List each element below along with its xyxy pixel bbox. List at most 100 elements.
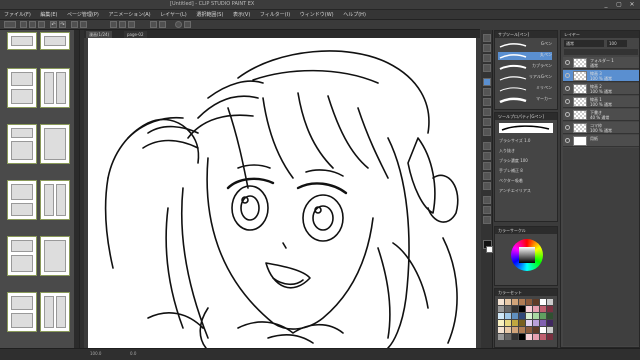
color-swatch[interactable] — [498, 334, 504, 340]
layer-row[interactable]: 下書き 40 % 通常 — [563, 109, 639, 121]
open-icon[interactable] — [29, 21, 36, 28]
color-swatch[interactable] — [533, 299, 539, 305]
page-thumbnail[interactable] — [7, 32, 37, 50]
color-swatch[interactable] — [519, 306, 525, 312]
color-swatch[interactable] — [505, 306, 511, 312]
brush-density-row[interactable]: ブラシ濃度 100 — [499, 157, 528, 164]
page-thumbnail[interactable] — [7, 68, 37, 108]
text-tool-icon[interactable] — [483, 196, 491, 204]
color-swatch[interactable] — [505, 299, 511, 305]
brush-tool-icon[interactable] — [483, 98, 491, 106]
move-tool-icon[interactable] — [483, 44, 491, 52]
zoom-tool-icon[interactable] — [483, 34, 491, 42]
clip-studio-icon[interactable] — [4, 21, 16, 28]
color-swatch[interactable] — [526, 306, 532, 312]
fill-tool-icon[interactable] — [483, 142, 491, 150]
page-scrollbar[interactable] — [74, 30, 79, 348]
airbrush-tool-icon[interactable] — [483, 108, 491, 116]
canvas-area[interactable] — [84, 38, 480, 348]
menu-filter[interactable]: フィルター(I) — [256, 10, 294, 20]
color-swatch[interactable] — [498, 320, 504, 326]
color-swatch[interactable] — [519, 299, 525, 305]
brush-preset[interactable]: カブラペン — [498, 63, 552, 71]
drawing-paper[interactable] — [88, 38, 476, 348]
color-swatch[interactable] — [533, 313, 539, 319]
color-swatch[interactable] — [526, 327, 532, 333]
page-thumbnail[interactable] — [40, 32, 70, 50]
brush-preset[interactable]: リアルGペン — [498, 74, 552, 82]
page-thumbnail[interactable] — [40, 236, 70, 276]
selection-tool-icon[interactable] — [483, 64, 491, 72]
frame-tool-icon[interactable] — [483, 172, 491, 180]
new-icon[interactable] — [20, 21, 27, 28]
color-swatch[interactable] — [540, 334, 546, 340]
color-swatch[interactable] — [547, 299, 553, 305]
brush-preset[interactable]: Gペン — [498, 41, 552, 49]
correct-line-tool-icon[interactable] — [483, 216, 491, 224]
pen-tool-icon[interactable] — [483, 78, 491, 86]
color-swatch[interactable] — [512, 306, 518, 312]
maximize-button[interactable]: ▢ — [613, 1, 625, 8]
color-icon[interactable] — [159, 21, 166, 28]
color-swatch[interactable] — [505, 334, 511, 340]
color-swatch[interactable] — [533, 306, 539, 312]
transform-icon[interactable] — [80, 21, 87, 28]
undo-icon[interactable]: ↶ — [50, 21, 57, 28]
antialias-row[interactable]: アンチエイリアス — [499, 187, 531, 194]
figure-tool-icon[interactable] — [483, 162, 491, 170]
visibility-icon[interactable] — [565, 138, 570, 143]
color-swatch[interactable] — [519, 313, 525, 319]
color-swatch[interactable] — [540, 313, 546, 319]
color-swatch[interactable] — [519, 334, 525, 340]
clear-icon[interactable] — [71, 21, 78, 28]
minimize-button[interactable]: _ — [600, 1, 612, 8]
color-swatch[interactable] — [526, 313, 532, 319]
page-thumbnail[interactable] — [7, 124, 37, 164]
menu-help[interactable]: ヘルプ(H) — [339, 10, 370, 20]
menu-animation[interactable]: アニメーション(A) — [104, 10, 154, 20]
page-thumbnail[interactable] — [7, 292, 37, 332]
color-swatch[interactable] — [498, 306, 504, 312]
color-swatch[interactable] — [512, 327, 518, 333]
color-swatch[interactable] — [533, 320, 539, 326]
layer-row[interactable]: 線画 1 100 % 通常 — [563, 96, 639, 108]
pencil-tool-icon[interactable] — [483, 88, 491, 96]
menu-view[interactable]: 表示(V) — [229, 10, 254, 20]
opacity-field[interactable]: 100 — [607, 40, 627, 47]
special-ruler-icon[interactable] — [128, 21, 135, 28]
menu-edit[interactable]: 編集(E) — [36, 10, 61, 20]
color-swatch[interactable] — [505, 313, 511, 319]
tab-page[interactable]: page-02 — [124, 31, 147, 38]
rotation-readout[interactable]: 0.0 — [130, 351, 136, 356]
redo-icon[interactable]: ↷ — [59, 21, 66, 28]
color-swatch[interactable] — [540, 299, 546, 305]
brush-preset[interactable]: マーカー — [498, 96, 552, 104]
color-swatch[interactable] — [547, 320, 553, 326]
menu-layer[interactable]: レイヤー(L) — [156, 10, 191, 20]
color-swatch[interactable] — [547, 306, 553, 312]
menu-page[interactable]: ページ管理(P) — [63, 10, 103, 20]
color-swatch[interactable] — [547, 313, 553, 319]
settings-icon[interactable] — [175, 21, 182, 28]
color-swatch[interactable] — [505, 327, 511, 333]
layer-row[interactable]: 線画 2 100 % 通常 — [563, 83, 639, 95]
blend-tool-icon[interactable] — [483, 128, 491, 136]
layer-row[interactable]: フォルダー 1 通常 — [563, 57, 639, 69]
color-swatch[interactable] — [505, 320, 511, 326]
balloon-tool-icon[interactable] — [483, 206, 491, 214]
color-swatch[interactable] — [540, 306, 546, 312]
color-swatch[interactable] — [526, 334, 532, 340]
menu-window[interactable]: ウィンドウ(W) — [296, 10, 338, 20]
ruler-snap-icon[interactable] — [110, 21, 117, 28]
color-swatch[interactable] — [498, 327, 504, 333]
visibility-icon[interactable] — [565, 86, 570, 91]
page-thumbnail[interactable] — [7, 236, 37, 276]
blend-mode-select[interactable]: 通常 — [564, 40, 604, 47]
color-swatch[interactable] — [512, 299, 518, 305]
visibility-icon[interactable] — [565, 60, 570, 65]
menu-file[interactable]: ファイル(F) — [0, 10, 35, 20]
color-swatch[interactable] — [540, 327, 546, 333]
tab-document[interactable]: 漫画(1/24) — [86, 31, 113, 38]
color-swatch[interactable] — [547, 334, 553, 340]
color-swatch[interactable] — [547, 327, 553, 333]
